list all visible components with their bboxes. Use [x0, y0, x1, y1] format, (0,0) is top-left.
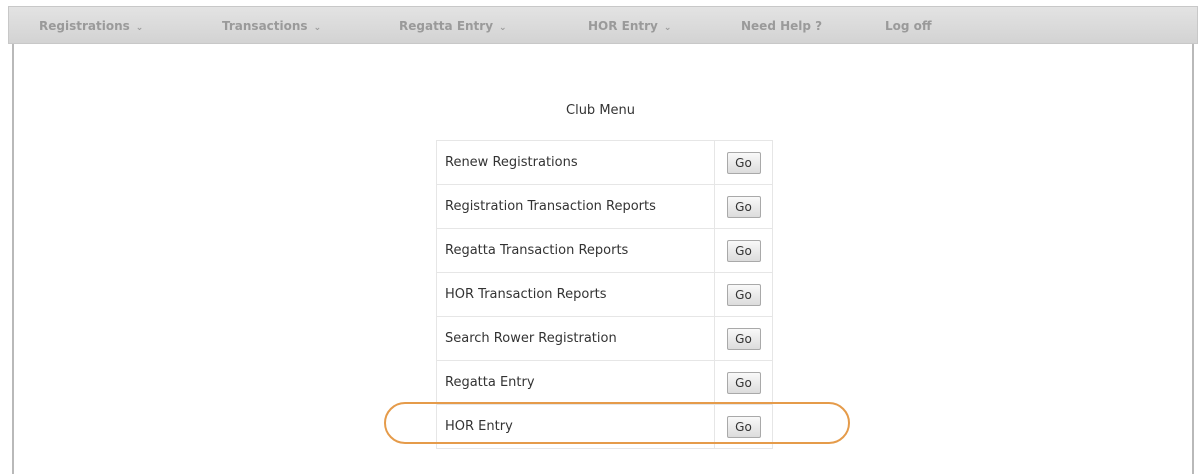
menu-item-label: HOR Entry: [436, 404, 715, 449]
menu-item-label: Regatta Transaction Reports: [436, 228, 715, 273]
table-row: Regatta Transaction Reports Go: [436, 228, 773, 273]
go-button-hor-transaction-reports[interactable]: Go: [726, 283, 761, 306]
table-row: Regatta Entry Go: [436, 360, 773, 405]
chevron-down-icon: ⌄: [313, 23, 322, 33]
nav-log-off-label: Log off: [885, 19, 932, 33]
table-row: Registration Transaction Reports Go: [436, 184, 773, 229]
menu-item-label: Registration Transaction Reports: [436, 184, 715, 229]
table-row: Search Rower Registration Go: [436, 316, 773, 361]
nav-regatta-entry[interactable]: Regatta Entry ⌄: [399, 7, 507, 45]
page-title: Club Menu: [566, 103, 636, 118]
chevron-down-icon: ⌄: [663, 23, 672, 33]
chevron-down-icon: ⌄: [499, 23, 507, 33]
go-button-search-rower-registration[interactable]: Go: [726, 327, 761, 350]
nav-hor-entry-label: HOR Entry: [588, 19, 658, 33]
go-button-renew-registrations[interactable]: Go: [726, 151, 761, 174]
nav-need-help-label: Need Help ?: [741, 19, 823, 33]
nav-regatta-entry-label: Regatta Entry: [399, 19, 494, 33]
table-row: Renew Registrations Go: [436, 140, 773, 185]
go-button-regatta-entry[interactable]: Go: [726, 371, 761, 394]
nav-registrations[interactable]: Registrations ⌄: [39, 7, 143, 45]
menu-item-label: Renew Registrations: [436, 140, 715, 185]
menu-item-label: Search Rower Registration: [436, 316, 715, 361]
nav-transactions-label: Transactions: [222, 19, 308, 33]
nav-need-help[interactable]: Need Help ?: [741, 7, 822, 45]
table-row: HOR Transaction Reports Go: [436, 272, 773, 317]
club-menu-table: Renew Registrations Go Registration Tran…: [436, 140, 773, 449]
nav-log-off[interactable]: Log off: [885, 7, 932, 45]
go-button-hor-entry[interactable]: Go: [726, 415, 761, 438]
nav-registrations-label: Registrations: [39, 19, 130, 33]
table-row: HOR Entry Go: [436, 404, 773, 449]
go-button-registration-transaction-reports[interactable]: Go: [726, 195, 761, 218]
nav-transactions[interactable]: Transactions ⌄: [222, 7, 321, 45]
go-button-regatta-transaction-reports[interactable]: Go: [726, 239, 761, 262]
menu-item-label: HOR Transaction Reports: [436, 272, 715, 317]
nav-hor-entry[interactable]: HOR Entry ⌄: [588, 7, 671, 45]
chevron-down-icon: ⌄: [135, 23, 144, 33]
top-nav-bar: Registrations ⌄ Transactions ⌄ Regatta Ent…: [8, 6, 1198, 44]
menu-item-label: Regatta Entry: [436, 360, 715, 405]
